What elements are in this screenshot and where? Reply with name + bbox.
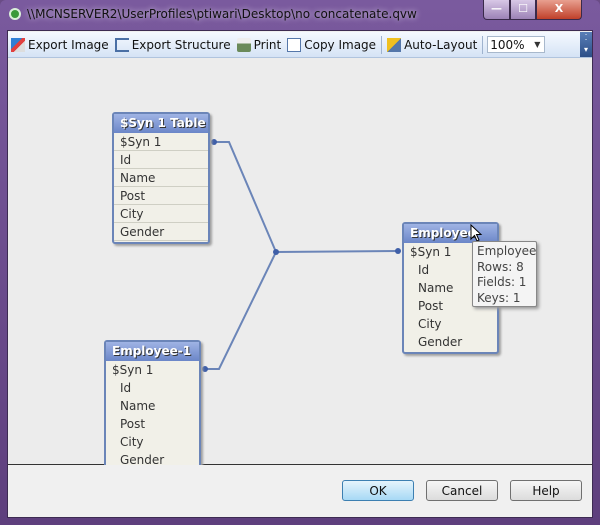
field-row[interactable]: Id xyxy=(106,379,199,397)
table-header[interactable]: Employee-1 xyxy=(106,342,199,361)
close-button[interactable]: X xyxy=(536,0,582,20)
dialog-window: \\MCNSERVER2\UserProfiles\ptiwari\Deskto… xyxy=(0,0,600,525)
minimize-icon: — xyxy=(491,2,502,15)
toolbar-overflow-button[interactable]: ⁚ ▾ xyxy=(580,32,592,57)
chevron-down-icon[interactable]: ▼ xyxy=(530,37,544,52)
link-employee xyxy=(275,250,399,253)
toolbar: Export Image Export Structure Print Copy… xyxy=(8,32,592,58)
dialog-footer: OK Cancel Help xyxy=(8,465,592,517)
link-dot xyxy=(202,366,208,372)
export-image-icon xyxy=(11,37,25,52)
tooltip-fields: Fields: 1 xyxy=(477,275,527,289)
maximize-button[interactable]: ☐ xyxy=(510,0,536,20)
ok-button[interactable]: OK xyxy=(342,480,414,501)
field-row[interactable]: Gender xyxy=(114,223,208,241)
table-viewer-canvas: $Syn 1 Table $Syn 1 Id Name Post City Ge… xyxy=(8,58,592,471)
dialog-client: Export Image Export Structure Print Copy… xyxy=(7,30,593,518)
print-label: Print xyxy=(253,37,282,52)
title-bar: \\MCNSERVER2\UserProfiles\ptiwari\Deskto… xyxy=(0,0,600,30)
minimize-button[interactable]: — xyxy=(483,0,510,20)
field-row[interactable]: Post xyxy=(106,415,199,433)
field-row[interactable]: $Syn 1 xyxy=(114,133,208,151)
export-structure-button[interactable]: Export Structure xyxy=(112,34,234,56)
export-structure-label: Export Structure xyxy=(131,37,231,52)
export-image-label: Export Image xyxy=(28,37,109,52)
field-row[interactable]: Name xyxy=(114,169,208,187)
export-image-button[interactable]: Export Image xyxy=(8,34,112,56)
table-employee-1[interactable]: Employee-1 $Syn 1 Id Name Post City Gend… xyxy=(104,340,201,471)
toolbar-separator xyxy=(381,35,383,54)
export-structure-icon xyxy=(114,37,129,52)
qlikview-app-icon xyxy=(9,8,21,20)
close-icon: X xyxy=(554,2,564,15)
field-row[interactable]: City xyxy=(404,315,497,333)
auto-layout-icon xyxy=(387,37,402,52)
link-junction xyxy=(273,249,279,255)
field-row[interactable]: Name xyxy=(106,397,199,415)
cancel-button[interactable]: Cancel xyxy=(426,480,498,501)
zoom-select[interactable]: 100% ▼ xyxy=(487,36,546,53)
help-button[interactable]: Help xyxy=(510,480,582,501)
field-row[interactable]: City xyxy=(114,205,208,223)
toolbar-separator xyxy=(482,35,484,54)
maximize-icon: ☐ xyxy=(518,2,528,15)
print-icon xyxy=(236,37,251,52)
tooltip-keys: Keys: 1 xyxy=(477,290,521,305)
zoom-value: 100% xyxy=(490,37,525,52)
copy-image-button[interactable]: Copy Image xyxy=(284,34,379,56)
auto-layout-label: Auto-Layout xyxy=(404,37,478,52)
field-row[interactable]: Gender xyxy=(404,333,497,351)
tooltip-rows: Rows: 8 xyxy=(477,259,524,274)
link-dot xyxy=(211,139,217,145)
table-header[interactable]: $Syn 1 Table xyxy=(114,114,208,133)
print-button[interactable]: Print xyxy=(234,34,285,56)
field-row[interactable]: Post xyxy=(114,187,208,205)
copy-image-label: Copy Image xyxy=(304,37,377,52)
link-dot xyxy=(395,248,401,254)
tooltip-table-name: Employee xyxy=(477,244,537,258)
window-title: \\MCNSERVER2\UserProfiles\ptiwari\Deskto… xyxy=(27,7,417,21)
link-employee-1 xyxy=(205,251,277,370)
table-tooltip: Employee Rows: 8 Fields: 1 Keys: 1 xyxy=(472,241,537,307)
link-syn-table xyxy=(214,141,277,253)
copy-image-icon xyxy=(287,37,302,52)
auto-layout-button[interactable]: Auto-Layout xyxy=(384,34,480,56)
field-row[interactable]: Id xyxy=(114,151,208,169)
field-row[interactable]: $Syn 1 xyxy=(106,361,199,379)
field-row[interactable]: City xyxy=(106,433,199,451)
table-syn-1[interactable]: $Syn 1 Table $Syn 1 Id Name Post City Ge… xyxy=(112,112,210,244)
